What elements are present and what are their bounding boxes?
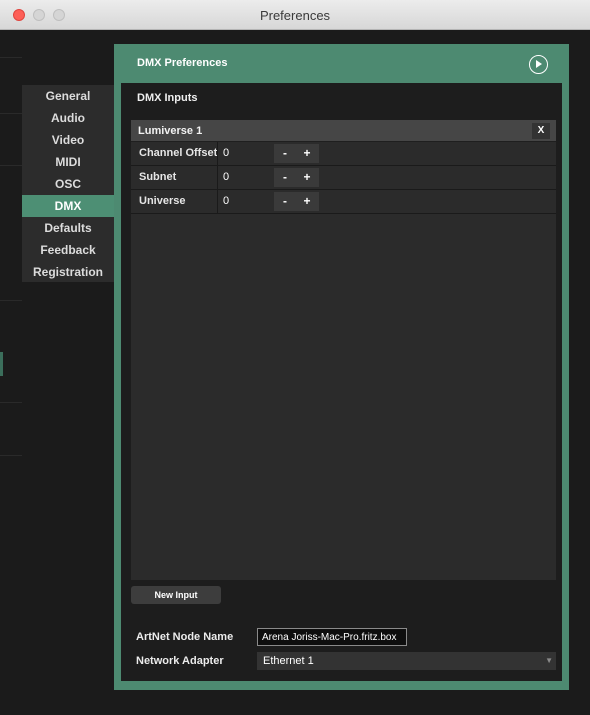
sidebar-item-video[interactable]: Video xyxy=(22,129,114,151)
increment-button[interactable]: + xyxy=(296,192,318,211)
sidebar-item-osc[interactable]: OSC xyxy=(22,173,114,195)
param-label: Universe xyxy=(139,195,186,207)
universe-value[interactable]: 0 xyxy=(223,190,229,213)
input-name: Lumiverse 1 xyxy=(138,125,203,137)
network-adapter-label: Network Adapter xyxy=(136,655,224,667)
background-divider xyxy=(0,113,22,114)
decrement-button[interactable]: - xyxy=(274,192,296,211)
param-row-channel-offset: Channel Offset 0 - + xyxy=(131,142,556,166)
dmx-input-list: Lumiverse 1 X Channel Offset 0 - + Subne… xyxy=(131,120,556,580)
artnet-node-name-label: ArtNet Node Name xyxy=(136,631,234,643)
param-row-subnet: Subnet 0 - + xyxy=(131,166,556,190)
input-header: Lumiverse 1 X xyxy=(131,120,556,142)
increment-button[interactable]: + xyxy=(296,144,318,163)
sidebar-item-registration[interactable]: Registration xyxy=(22,261,114,283)
new-input-button[interactable]: New Input xyxy=(131,586,221,604)
column-divider xyxy=(217,166,218,189)
sidebar-item-midi[interactable]: MIDI xyxy=(22,151,114,173)
background-divider xyxy=(0,165,22,166)
background-track-marker xyxy=(0,352,3,376)
param-label: Subnet xyxy=(139,171,177,183)
background-divider xyxy=(0,300,22,301)
play-circle-icon[interactable] xyxy=(529,55,548,74)
param-label: Channel Offset xyxy=(139,147,218,159)
sidebar-item-feedback[interactable]: Feedback xyxy=(22,239,114,261)
preferences-sidebar: General Audio Video MIDI OSC DMX Default… xyxy=(22,85,114,282)
subnet-value[interactable]: 0 xyxy=(223,166,229,189)
network-adapter-value: Ethernet 1 xyxy=(263,655,314,667)
remove-input-button[interactable]: X xyxy=(532,123,550,139)
window-titlebar: Preferences xyxy=(0,0,590,30)
channel-offset-stepper: - + xyxy=(274,144,319,163)
chevron-down-icon: ▼ xyxy=(545,656,553,665)
background-divider xyxy=(0,455,22,456)
window-title: Preferences xyxy=(259,8,331,23)
sidebar-item-defaults[interactable]: Defaults xyxy=(22,217,114,239)
panel-title: DMX Preferences xyxy=(137,57,228,69)
channel-offset-value[interactable]: 0 xyxy=(223,142,229,165)
column-divider xyxy=(217,142,218,165)
param-row-universe: Universe 0 - + xyxy=(131,190,556,214)
section-title: DMX Inputs xyxy=(137,92,198,104)
subnet-stepper: - + xyxy=(274,168,319,187)
increment-button[interactable]: + xyxy=(296,168,318,187)
dmx-preferences-panel: DMX Preferences DMX Inputs Lumiverse 1 X… xyxy=(114,44,569,690)
background-divider xyxy=(0,402,22,403)
network-adapter-select[interactable]: Ethernet 1 ▼ xyxy=(257,652,556,670)
sidebar-item-dmx[interactable]: DMX xyxy=(22,195,114,217)
panel-content: DMX Inputs Lumiverse 1 X Channel Offset … xyxy=(121,83,562,681)
decrement-button[interactable]: - xyxy=(274,168,296,187)
background-divider xyxy=(0,57,22,58)
column-divider xyxy=(217,190,218,213)
universe-stepper: - + xyxy=(274,192,319,211)
decrement-button[interactable]: - xyxy=(274,144,296,163)
sidebar-item-general[interactable]: General xyxy=(22,85,114,107)
sidebar-item-audio[interactable]: Audio xyxy=(22,107,114,129)
artnet-node-name-field[interactable] xyxy=(257,628,407,646)
